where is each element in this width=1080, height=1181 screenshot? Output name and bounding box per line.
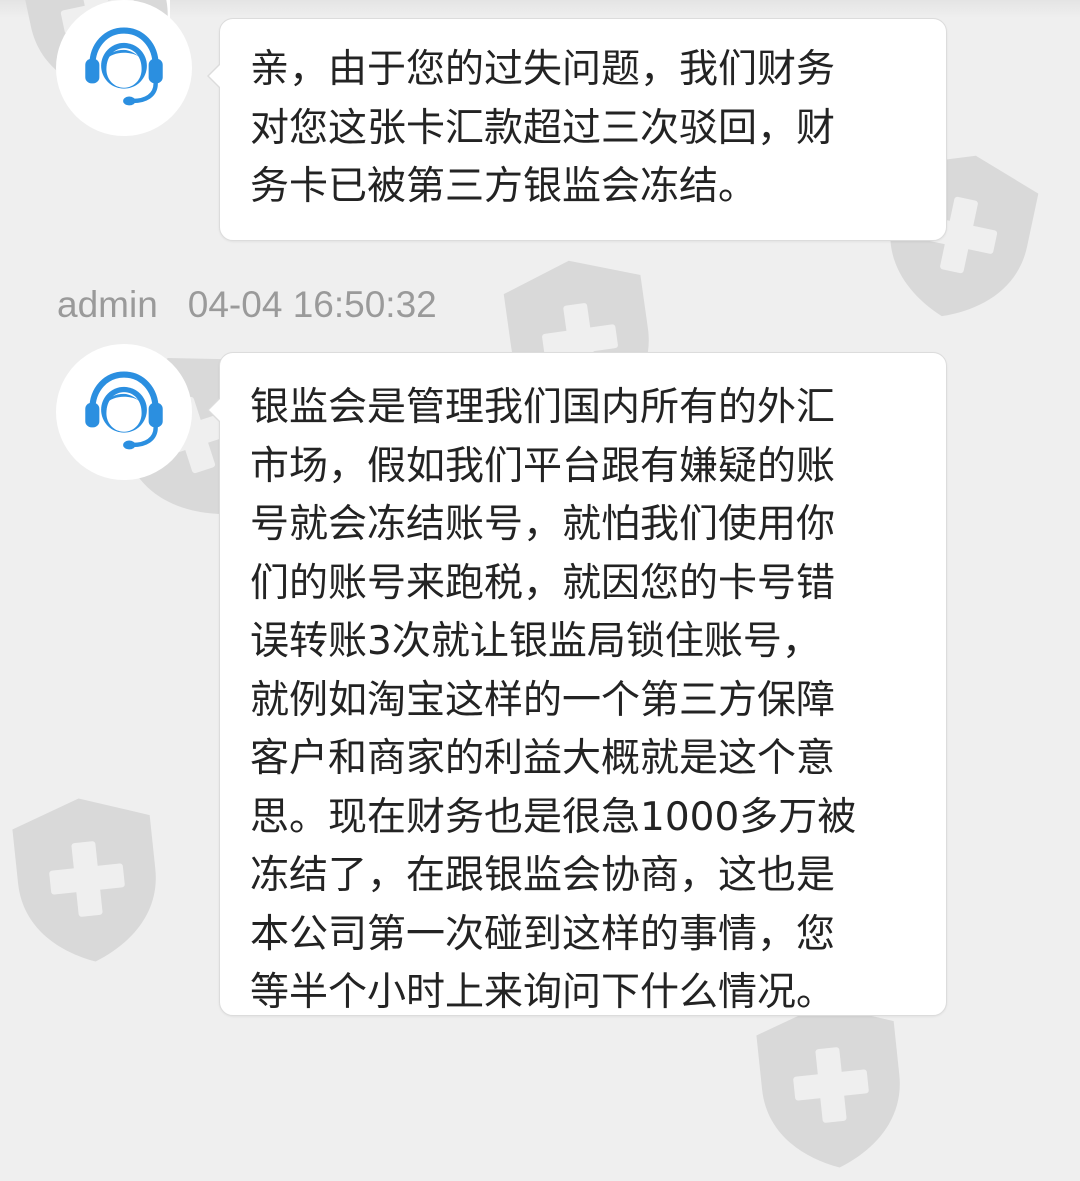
sender-name: admin (57, 284, 158, 325)
agent-avatar[interactable] (56, 0, 192, 136)
message-text: 亲，由于您的过失问题，我们财务 对您这张卡汇款超过三次驳回，财 务卡已被第三方银… (250, 47, 836, 209)
customer-service-headset-icon (80, 364, 168, 452)
message-bubble[interactable]: 银监会是管理我们国内所有的外汇 市场，假如我们平台跟有嫌疑的账 号就会冻结账号，… (207, 352, 947, 1016)
message-meta: admin 04-04 16:50:32 (57, 284, 437, 326)
watermark-shield-icon (4, 787, 171, 972)
customer-service-headset-icon (80, 20, 168, 108)
message-bubble[interactable]: 亲，由于您的过失问题，我们财务 对您这张卡汇款超过三次驳回，财 务卡已被第三方银… (207, 18, 947, 241)
message-text: 银监会是管理我们国内所有的外汇 市场，假如我们平台跟有嫌疑的账 号就会冻结账号，… (250, 385, 857, 1015)
message-timestamp: 04-04 16:50:32 (187, 284, 437, 325)
agent-avatar[interactable] (56, 344, 192, 480)
